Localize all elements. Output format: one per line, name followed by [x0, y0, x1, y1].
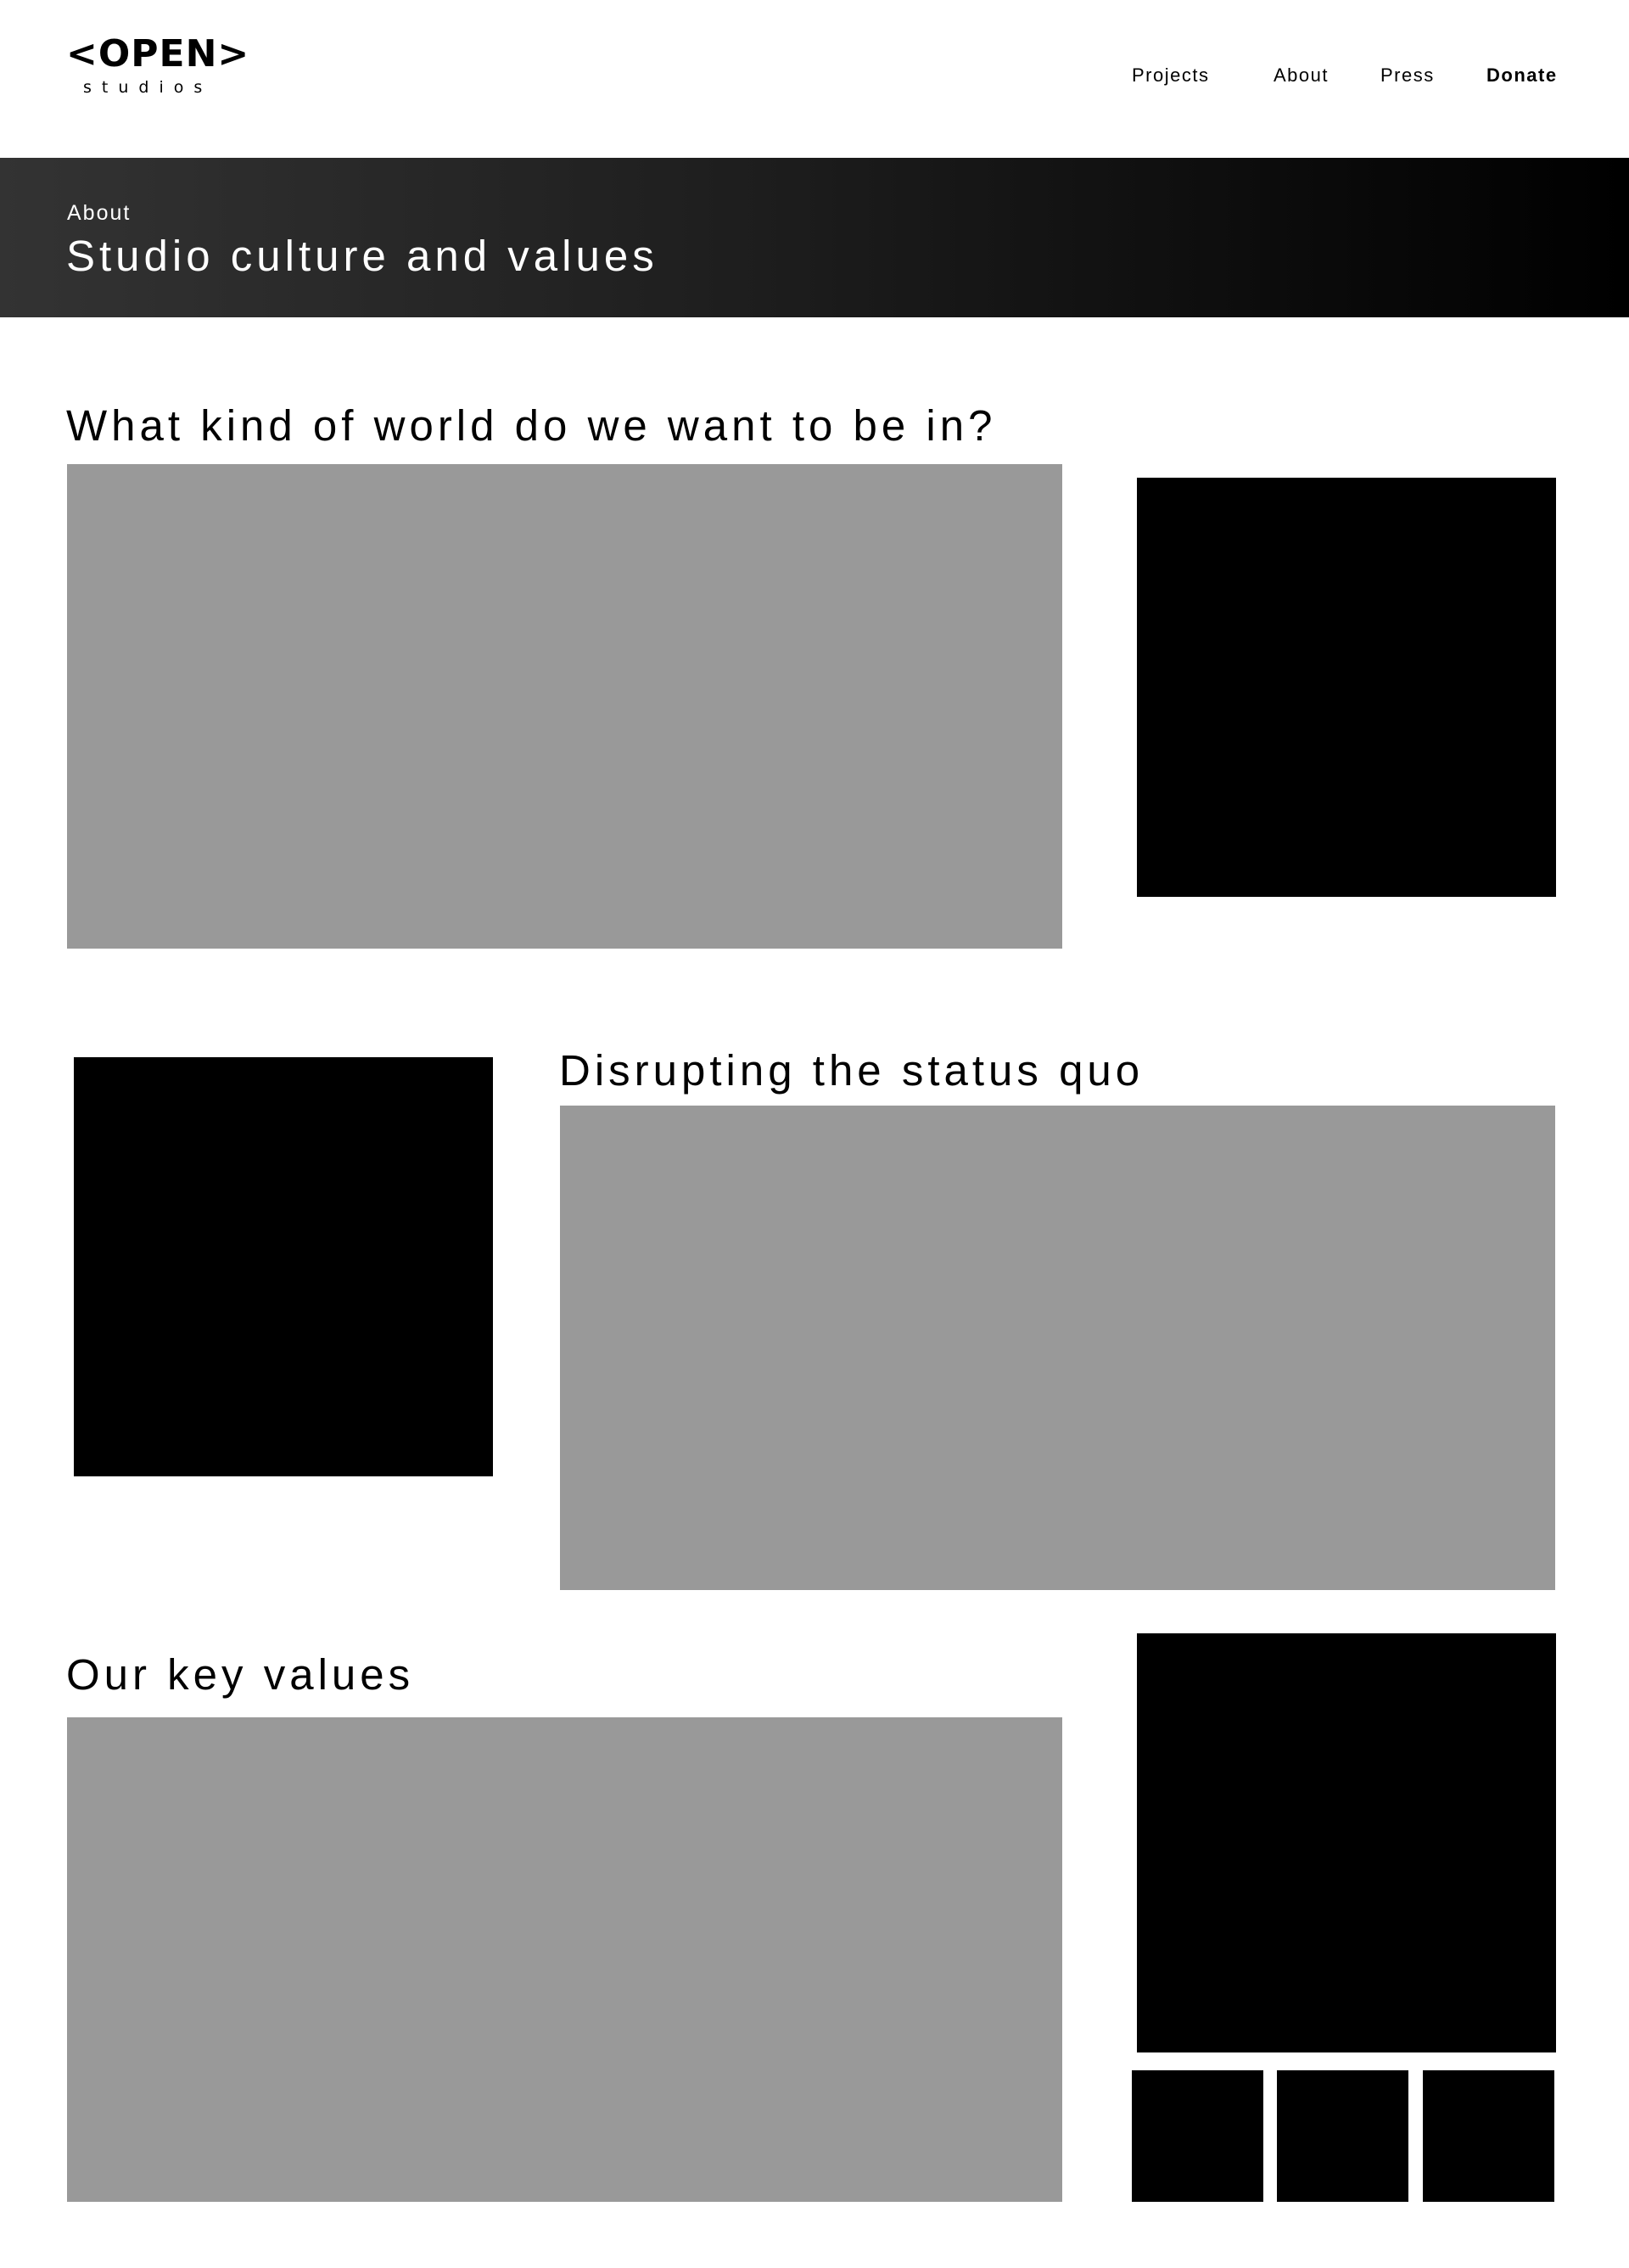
logo[interactable]: <OPEN> studios	[66, 32, 249, 100]
thumbnail-1	[1132, 2070, 1263, 2202]
thumbnail-3	[1423, 2070, 1554, 2202]
nav-link-about[interactable]: About	[1274, 64, 1329, 87]
section-heading-disrupting: Disrupting the status quo	[559, 1046, 1145, 1095]
hero-banner: About Studio culture and values	[0, 158, 1629, 317]
text-placeholder-values	[67, 1717, 1062, 2202]
text-placeholder-disrupting	[560, 1106, 1555, 1590]
logo-wordmark: <OPEN>	[66, 32, 250, 76]
section-heading-values: Our key values	[66, 1650, 415, 1699]
image-placeholder-world	[1137, 478, 1556, 897]
logo-tagline: studios	[83, 78, 213, 97]
breadcrumb: About	[67, 201, 132, 225]
text-placeholder-world	[67, 464, 1062, 949]
nav-link-donate[interactable]: Donate	[1486, 64, 1558, 87]
section-heading-world: What kind of world do we want to be in?	[66, 401, 997, 450]
page-title: Studio culture and values	[66, 232, 658, 280]
nav-link-press[interactable]: Press	[1380, 64, 1435, 87]
image-placeholder-values	[1137, 1633, 1556, 2052]
nav-link-projects[interactable]: Projects	[1132, 64, 1209, 87]
thumbnail-2	[1277, 2070, 1408, 2202]
image-placeholder-disrupting	[74, 1057, 493, 1476]
